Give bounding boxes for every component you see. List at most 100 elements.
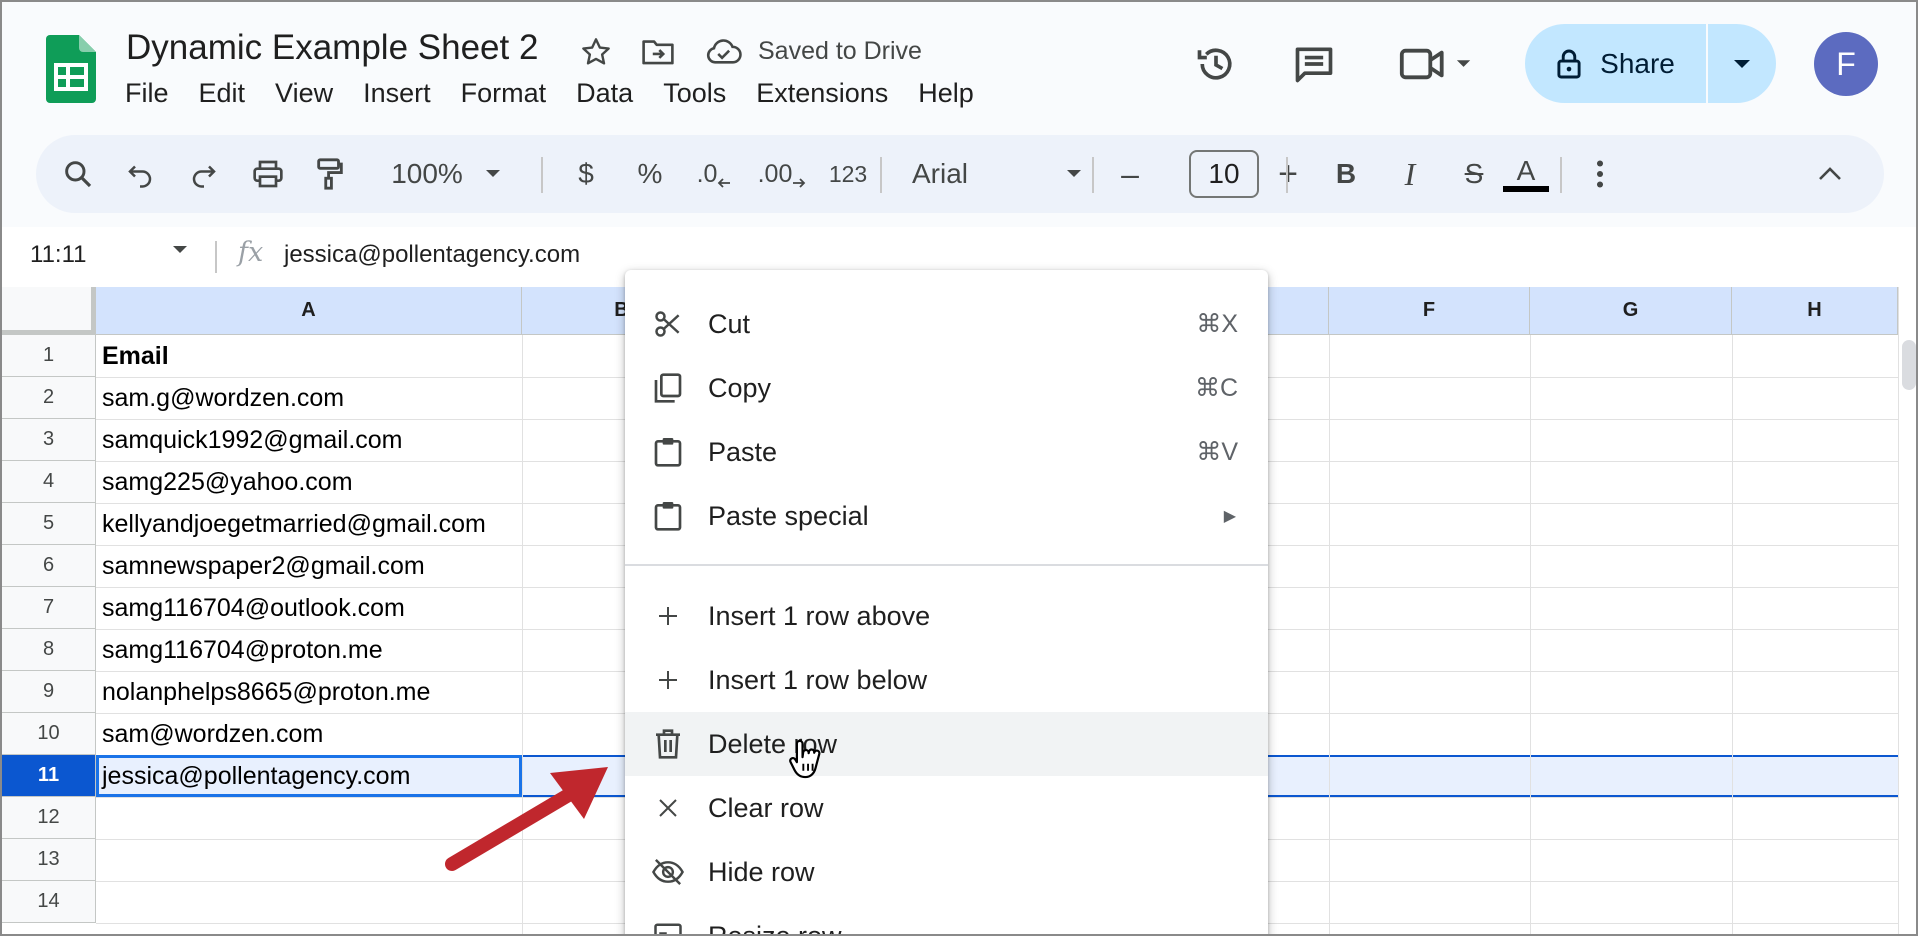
strikethrough-button[interactable]: S (1450, 146, 1498, 202)
cell-a1[interactable]: Email (96, 335, 522, 377)
document-title[interactable]: Dynamic Example Sheet 2 (126, 28, 538, 68)
comments-icon[interactable] (1286, 36, 1342, 92)
column-header-g[interactable]: G (1530, 287, 1732, 335)
plus-icon (650, 662, 686, 698)
visibility-off-icon (650, 854, 686, 890)
decrease-decimal-button[interactable]: .0 (686, 146, 742, 202)
row-header-10[interactable]: 10 (2, 713, 96, 755)
row-header-5[interactable]: 5 (2, 503, 96, 545)
share-button[interactable]: Share (1525, 24, 1776, 103)
menu-tools[interactable]: Tools (648, 76, 741, 118)
more-options-icon[interactable] (1576, 146, 1624, 202)
menu-item-insert-row-above[interactable]: Insert 1 row above (625, 584, 1268, 648)
row-header-9[interactable]: 9 (2, 671, 96, 713)
menu-item-hide-row[interactable]: Hide row (625, 840, 1268, 904)
italic-button[interactable]: I (1386, 146, 1434, 202)
menu-data[interactable]: Data (561, 76, 648, 118)
cell-a3[interactable]: samquick1992@gmail.com (96, 419, 522, 461)
clipboard-icon (650, 498, 686, 534)
increase-font-size-button[interactable]: + (1264, 146, 1312, 202)
shortcut-text: ⌘X (1196, 310, 1238, 338)
increase-decimal-label: .00 (757, 159, 793, 188)
zoom-select[interactable]: 100% (386, 146, 506, 202)
font-family-select[interactable]: Arial (902, 146, 1092, 202)
print-icon[interactable] (242, 146, 294, 202)
font-size-input[interactable]: 10 (1189, 150, 1259, 198)
plus-icon (650, 598, 686, 634)
menu-file[interactable]: File (110, 76, 184, 118)
share-main-button[interactable]: Share (1525, 24, 1708, 103)
decrease-font-size-button[interactable]: – (1106, 146, 1154, 202)
row-header-14[interactable]: 14 (2, 881, 96, 923)
scrollbar-thumb[interactable] (1902, 340, 1916, 390)
row-header-6[interactable]: 6 (2, 545, 96, 587)
share-dropdown-button[interactable] (1708, 24, 1776, 103)
row-header-2[interactable]: 2 (2, 377, 96, 419)
chevron-down-icon[interactable] (172, 245, 188, 255)
cell-a2[interactable]: sam.g@wordzen.com (96, 377, 522, 419)
row-header-11[interactable]: 11 (2, 755, 96, 797)
version-history-icon[interactable] (1188, 36, 1244, 92)
chevron-down-icon (1067, 170, 1081, 177)
paint-format-icon[interactable] (306, 146, 354, 202)
cell-a8[interactable]: samg116704@proton.me (96, 629, 522, 671)
menu-insert[interactable]: Insert (348, 76, 446, 118)
collapse-toolbar-icon[interactable] (1804, 146, 1856, 202)
bold-label: B (1335, 158, 1357, 189)
menu-item-resize-row[interactable]: Resize row (625, 904, 1268, 934)
menu-format[interactable]: Format (446, 76, 562, 118)
more-formats-button[interactable]: 123 (816, 146, 880, 202)
header: Dynamic Example Sheet 2 Saved to Drive F… (2, 2, 1916, 130)
currency-label: $ (578, 158, 594, 189)
annotation-arrow-icon (445, 767, 608, 871)
column-header-a[interactable]: A (96, 287, 522, 335)
menu-item-clear-row[interactable]: Clear row (625, 776, 1268, 840)
name-box[interactable]: 11:11 (30, 241, 87, 269)
redo-icon[interactable] (180, 146, 228, 202)
menu-help[interactable]: Help (903, 76, 989, 118)
cloud-done-icon[interactable] (704, 32, 744, 72)
cell-a4[interactable]: samg225@yahoo.com (96, 461, 522, 503)
menu-item-label: Hide row (708, 856, 815, 887)
account-avatar[interactable]: F (1814, 32, 1878, 96)
cell-a14[interactable] (96, 881, 522, 923)
menu-view[interactable]: View (260, 76, 348, 118)
row-header-1[interactable]: 1 (2, 335, 96, 377)
menu-item-paste[interactable]: Paste ⌘V (625, 420, 1268, 484)
star-icon[interactable] (576, 32, 616, 72)
move-folder-icon[interactable] (638, 32, 678, 72)
bold-button[interactable]: B (1322, 146, 1370, 202)
close-icon (650, 790, 686, 826)
menu-item-insert-row-below[interactable]: Insert 1 row below (625, 648, 1268, 712)
menu-edit[interactable]: Edit (184, 76, 261, 118)
menu-extensions[interactable]: Extensions (741, 76, 903, 118)
cell-a6[interactable]: samnewspaper2@gmail.com (96, 545, 522, 587)
text-color-button[interactable]: A (1494, 146, 1558, 202)
meet-video-icon[interactable] (1396, 36, 1476, 92)
cell-a5[interactable]: kellyandjoegetmarried@gmail.com (96, 503, 522, 545)
row-header-3[interactable]: 3 (2, 419, 96, 461)
increase-decimal-button[interactable]: .00 (750, 146, 814, 202)
format-percent-button[interactable]: % (626, 146, 674, 202)
menu-item-delete-row[interactable]: Delete row (625, 712, 1268, 776)
undo-icon[interactable] (116, 146, 164, 202)
fx-icon: fx (238, 237, 264, 268)
menu-item-copy[interactable]: Copy ⌘C (625, 356, 1268, 420)
formula-divider (215, 241, 217, 273)
select-all-corner[interactable] (2, 287, 96, 335)
search-menus-icon[interactable] (52, 146, 104, 202)
column-header-h[interactable]: H (1732, 287, 1898, 335)
cell-a7[interactable]: samg116704@outlook.com (96, 587, 522, 629)
menu-item-cut[interactable]: Cut ⌘X (625, 292, 1268, 356)
column-header-f[interactable]: F (1329, 287, 1530, 335)
format-currency-button[interactable]: $ (562, 146, 610, 202)
row-header-4[interactable]: 4 (2, 461, 96, 503)
row-header-12[interactable]: 12 (2, 797, 96, 839)
row-header-8[interactable]: 8 (2, 629, 96, 671)
sheets-logo-icon[interactable] (46, 35, 96, 103)
row-header-7[interactable]: 7 (2, 587, 96, 629)
row-header-13[interactable]: 13 (2, 839, 96, 881)
cell-a9[interactable]: nolanphelps8665@proton.me (96, 671, 522, 713)
menu-item-paste-special[interactable]: Paste special ▶ (625, 484, 1268, 548)
formula-input[interactable]: jessica@pollentagency.com (284, 241, 580, 269)
